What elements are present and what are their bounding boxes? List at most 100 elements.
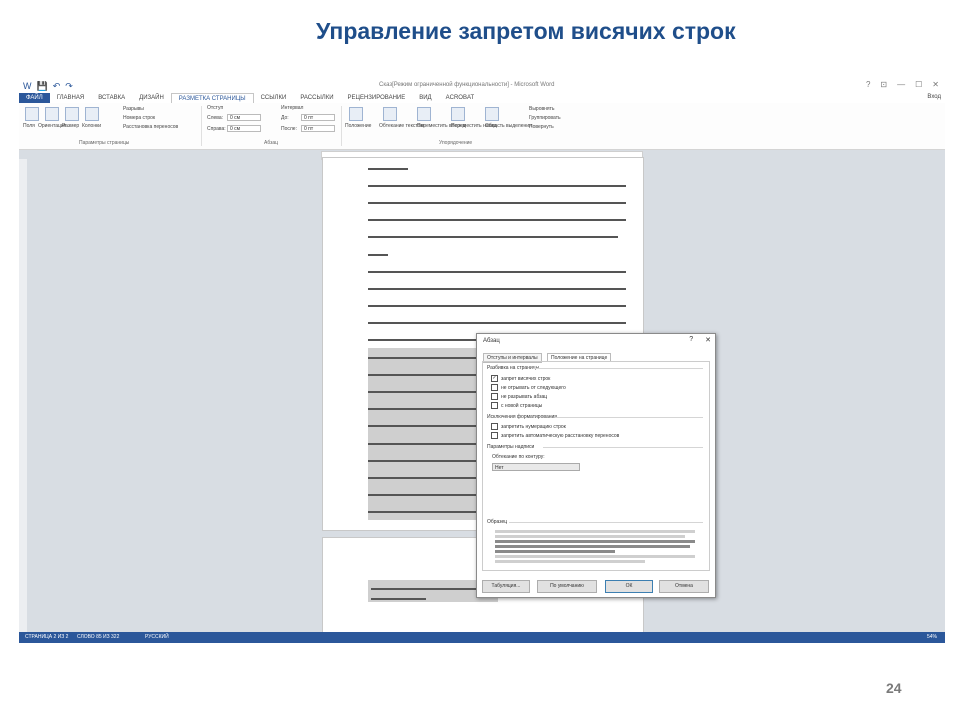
- columns-button[interactable]: Колонки: [82, 123, 101, 129]
- page-break-before-checkbox[interactable]: с новой страницы: [491, 402, 542, 409]
- paragraph-group-label: Абзац: [264, 140, 279, 146]
- keep-lines-together-label: не разрывать абзац: [501, 393, 548, 400]
- tab-mailings[interactable]: РАССЫЛКИ: [293, 93, 340, 103]
- tight-wrap-select[interactable]: Нет: [492, 463, 580, 471]
- separator: [201, 106, 202, 146]
- help-icon[interactable]: ?: [689, 336, 693, 344]
- sign-in-link[interactable]: Вход: [927, 94, 941, 100]
- tab-design[interactable]: ДИЗАЙН: [132, 93, 171, 103]
- cancel-button[interactable]: Отмена: [659, 580, 709, 593]
- suppress-line-numbers-checkbox[interactable]: запретить нумерацию строк: [491, 423, 566, 430]
- close-icon[interactable]: ✕: [705, 336, 711, 344]
- page-setup-group-label: Параметры страницы: [79, 140, 130, 146]
- tab-page-layout[interactable]: РАЗМЕТКА СТРАНИЦЫ: [170, 92, 254, 104]
- paragraph-preview: [495, 530, 700, 566]
- divider: [555, 417, 703, 418]
- send-backward-icon[interactable]: [451, 107, 465, 121]
- arrange-group-label: Упорядочение: [439, 140, 473, 146]
- dont-hyphenate-checkbox[interactable]: запретить автоматическую расстановку пер…: [491, 432, 619, 439]
- group-button[interactable]: Группировать: [529, 115, 561, 121]
- keep-with-next-checkbox[interactable]: не отрывать от следующего: [491, 384, 566, 391]
- spacing-after-label: После:: [281, 126, 297, 132]
- checkbox-icon: [491, 402, 498, 409]
- document-title: Сказ[Режим ограниченной функциональности…: [379, 82, 555, 88]
- ok-button[interactable]: ОК: [605, 580, 653, 593]
- spacing-after-input[interactable]: 0 пт: [301, 125, 335, 132]
- close-icon[interactable]: ✕: [932, 80, 939, 89]
- set-default-button[interactable]: По умолчанию: [537, 580, 597, 593]
- slide-title: Управление запретом висячих строк: [316, 18, 736, 44]
- hyphenation-button[interactable]: Расстановка переносов: [123, 124, 178, 130]
- margins-button[interactable]: Поля: [23, 123, 35, 129]
- text-line: [371, 598, 426, 600]
- separator: [341, 106, 342, 146]
- pagination-header: Разбивка на страницы: [487, 365, 540, 371]
- page-break-before-label: с новой страницы: [501, 402, 543, 409]
- tab-home[interactable]: ГЛАВНАЯ: [50, 93, 92, 103]
- size-icon[interactable]: [65, 107, 79, 121]
- margins-icon[interactable]: [25, 107, 39, 121]
- checkbox-icon: [491, 423, 498, 430]
- position-icon[interactable]: [349, 107, 363, 121]
- ribbon: Поля Ориентация Размер Колонки Разрывы Н…: [19, 103, 945, 150]
- size-button[interactable]: Размер: [62, 123, 79, 129]
- tab-acrobat[interactable]: ACROBAT: [439, 93, 482, 103]
- paragraph-dialog: Абзац ? ✕ Отступы и интервалы Положение …: [476, 333, 716, 598]
- keep-lines-together-checkbox[interactable]: не разрывать абзац: [491, 393, 547, 400]
- widow-control-label: запрет висячих строк: [501, 375, 551, 382]
- divider: [533, 368, 703, 369]
- indent-header: Отступ: [207, 105, 224, 111]
- align-button[interactable]: Выровнять: [529, 106, 555, 112]
- title-bar: W 💾 ↶ ↷ Сказ[Режим ограниченной функцион…: [19, 79, 945, 93]
- window-controls: ? ⊡ — ☐ ✕: [866, 80, 939, 89]
- dialog-controls: ? ✕: [689, 336, 711, 344]
- dont-hyphenate-label: запретить автоматическую расстановку пер…: [501, 432, 620, 439]
- minimize-icon[interactable]: —: [897, 80, 905, 89]
- checkbox-icon: [491, 384, 498, 391]
- divider: [543, 447, 703, 448]
- ribbon-display-icon[interactable]: ⊡: [880, 80, 887, 89]
- spacing-before-label: До:: [281, 115, 289, 121]
- ribbon-tabs: ФАЙЛ ГЛАВНАЯ ВСТАВКА ДИЗАЙН РАЗМЕТКА СТР…: [19, 92, 945, 104]
- tab-references[interactable]: ССЫЛКИ: [254, 93, 294, 103]
- save-icon[interactable]: 💾: [37, 81, 48, 92]
- undo-icon[interactable]: ↶: [53, 81, 61, 92]
- tab-insert[interactable]: ВСТАВКА: [91, 93, 132, 103]
- tab-view[interactable]: ВИД: [412, 93, 438, 103]
- line-numbers-button[interactable]: Номера строк: [123, 115, 155, 121]
- rotate-button[interactable]: Повернуть: [529, 124, 554, 130]
- status-language[interactable]: РУССКИЙ: [145, 634, 169, 640]
- word-logo-icon: W: [23, 81, 32, 91]
- tab-review[interactable]: РЕЦЕНЗИРОВАНИЕ: [341, 93, 413, 103]
- help-icon[interactable]: ?: [866, 80, 870, 89]
- tab-file[interactable]: ФАЙЛ: [19, 93, 50, 103]
- wrap-label: Обтекание по контуру:: [492, 454, 545, 460]
- vertical-ruler: [19, 159, 27, 634]
- indent-left-label: Слева:: [207, 115, 224, 121]
- wrap-text-icon[interactable]: [383, 107, 397, 121]
- columns-icon[interactable]: [85, 107, 99, 121]
- position-button[interactable]: Положение: [345, 123, 371, 129]
- zoom-level[interactable]: 54%: [927, 634, 937, 640]
- status-bar: СТРАНИЦА 2 ИЗ 2 СЛОВО 85 ИЗ 322 РУССКИЙ …: [19, 632, 945, 643]
- sample-header: Образец: [487, 519, 508, 525]
- spacing-before-input[interactable]: 0 пт: [301, 114, 335, 121]
- maximize-icon[interactable]: ☐: [915, 80, 922, 89]
- redo-icon[interactable]: ↷: [65, 81, 73, 92]
- dialog-body: Разбивка на страницы ✓ запрет висячих стр…: [482, 361, 710, 571]
- divider: [509, 522, 703, 523]
- orientation-icon[interactable]: [45, 107, 59, 121]
- indent-left-input[interactable]: 0 см: [227, 114, 261, 121]
- status-words[interactable]: СЛОВО 85 ИЗ 322: [77, 634, 119, 640]
- textbox-options-header: Параметры надписи: [487, 444, 535, 450]
- bring-forward-icon[interactable]: [417, 107, 431, 121]
- indent-right-input[interactable]: 0 см: [227, 125, 261, 132]
- widow-control-checkbox[interactable]: ✓ запрет висячих строк: [491, 375, 550, 382]
- keep-with-next-label: не отрывать от следующего: [501, 384, 566, 391]
- tabs-button[interactable]: Табуляция...: [482, 580, 530, 593]
- selection-pane-icon[interactable]: [485, 107, 499, 121]
- quick-access-toolbar: W 💾 ↶ ↷: [23, 81, 73, 92]
- status-page[interactable]: СТРАНИЦА 2 ИЗ 2: [25, 634, 68, 640]
- breaks-button[interactable]: Разрывы: [123, 106, 144, 112]
- selection-pane-button[interactable]: Область выделения: [485, 123, 532, 129]
